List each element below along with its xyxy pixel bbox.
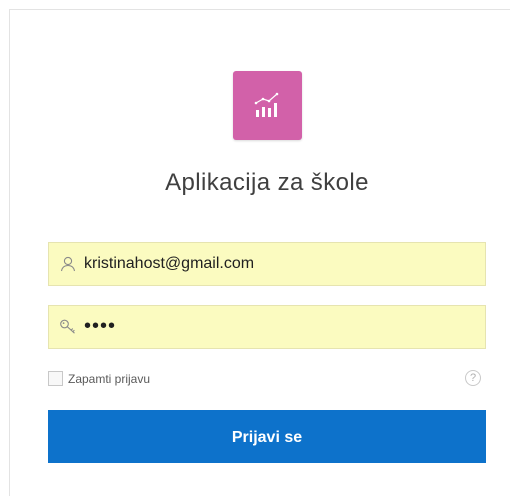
app-logo — [233, 71, 302, 140]
key-icon — [60, 319, 75, 334]
remember-checkbox[interactable] — [48, 371, 63, 386]
email-field[interactable]: kristinahost@gmail.com — [48, 242, 486, 286]
login-button[interactable]: Prijavi se — [48, 410, 486, 463]
password-field[interactable]: •••• — [48, 305, 486, 349]
page-title: Aplikacija za škole — [165, 169, 369, 196]
help-icon[interactable]: ? — [465, 370, 481, 386]
bar-chart-icon — [254, 92, 279, 117]
email-value[interactable]: kristinahost@gmail.com — [84, 243, 254, 285]
password-value[interactable]: •••• — [84, 305, 116, 347]
login-page: Aplikacija za škole kristinahost@gmail.c… — [0, 0, 510, 496]
remember-label[interactable]: Zapamti prijavu — [68, 371, 150, 387]
user-icon — [60, 256, 76, 272]
